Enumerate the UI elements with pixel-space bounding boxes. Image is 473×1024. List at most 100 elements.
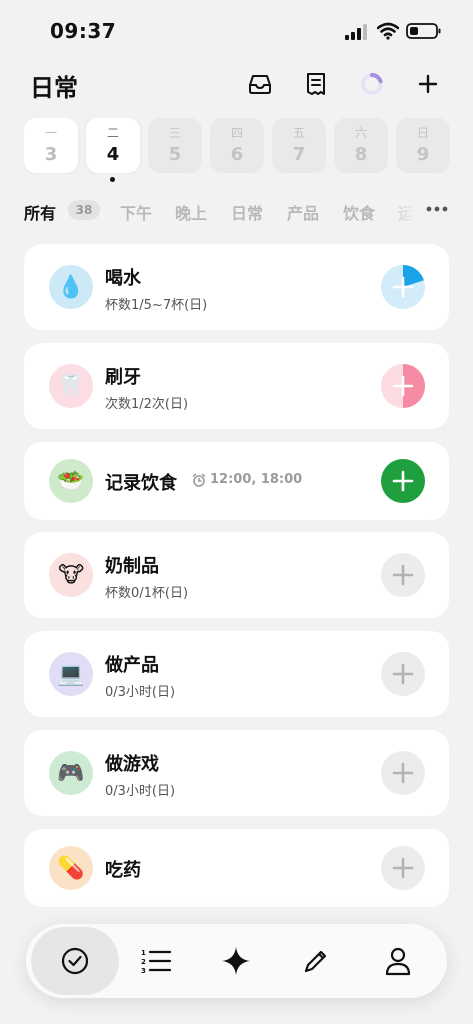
alarm-clock-icon — [192, 473, 206, 487]
task-card-water[interactable]: 💧 喝水 杯数1/5~7杯(日) — [24, 244, 449, 330]
date-day: 4 — [106, 144, 120, 165]
task-progress-button[interactable] — [381, 265, 425, 309]
gamepad-icon: 🎮 — [49, 751, 93, 795]
tab-afternoon[interactable]: 下午 — [120, 200, 152, 224]
date-strip: 一 3 二 4 三 5 四 6 五 7 六 8 日 9 — [24, 118, 473, 174]
task-card-make-game[interactable]: 🎮 做游戏 0/3小时(日) — [24, 730, 449, 816]
svg-text:2: 2 — [141, 958, 146, 966]
tab-all[interactable]: 所有 — [24, 200, 56, 224]
tab-diet[interactable]: 饮食 — [343, 200, 375, 224]
nav-ai[interactable] — [194, 924, 278, 998]
task-card-brush-teeth[interactable]: 🦷 刷牙 次数1/2次(日) — [24, 343, 449, 429]
plus-circle-icon — [381, 364, 425, 408]
date-day: 9 — [416, 144, 430, 165]
notes-button[interactable] — [300, 68, 332, 100]
sparkle-icon — [222, 947, 250, 975]
water-drop-icon: 💧 — [49, 265, 93, 309]
numbered-list-icon: 1 2 3 — [141, 949, 172, 975]
date-weekday: 二 — [106, 126, 119, 140]
nav-edit[interactable] — [274, 924, 358, 998]
date-card[interactable]: 四 6 — [210, 118, 264, 173]
task-add-button[interactable] — [381, 751, 425, 795]
check-circle-icon — [61, 947, 89, 975]
pencil-icon — [304, 950, 327, 973]
tab-evening[interactable]: 晚上 — [175, 200, 207, 224]
date-weekday: 一 — [44, 126, 57, 140]
task-name: 奶制品 — [105, 556, 159, 577]
date-day: 5 — [168, 144, 182, 165]
status-time: 09:37 — [50, 19, 117, 43]
task-name: 记录饮食 — [105, 473, 177, 494]
date-card[interactable]: 三 5 — [148, 118, 202, 173]
task-name: 喝水 — [105, 268, 141, 289]
add-task-button[interactable] — [412, 68, 444, 100]
tooth-icon: 🦷 — [49, 364, 93, 408]
daily-progress-button[interactable] — [356, 68, 388, 100]
nav-tasks[interactable] — [31, 927, 119, 995]
plus-circle-icon — [381, 553, 425, 597]
battery-icon — [406, 23, 441, 39]
plus-circle-icon — [381, 751, 425, 795]
progress-ring-icon — [361, 73, 383, 95]
task-progress-button[interactable] — [381, 364, 425, 408]
tabs-fade — [380, 196, 416, 226]
count-badge: 38 — [68, 200, 100, 220]
page-title: 日常 — [30, 74, 78, 102]
task-card-take-medicine[interactable]: 💊 吃药 — [24, 829, 449, 907]
date-weekday: 四 — [230, 126, 243, 140]
status-bar: 09:37 — [0, 0, 473, 60]
inbox-tray-icon — [249, 75, 271, 94]
salad-icon: 🥗 — [49, 459, 93, 503]
task-subtitle: 杯数1/5~7杯(日) — [105, 298, 208, 313]
task-add-button[interactable] — [381, 846, 425, 890]
plus-circle-icon — [381, 265, 425, 309]
pill-icon: 💊 — [49, 846, 93, 890]
svg-text:1: 1 — [141, 949, 146, 957]
reminder-times: 12:00, 18:00 — [210, 472, 303, 487]
date-card[interactable]: 六 8 — [334, 118, 388, 173]
tab-daily[interactable]: 日常 — [231, 200, 263, 224]
date-weekday: 六 — [354, 126, 367, 140]
selected-date-dot — [110, 177, 115, 182]
task-subtitle: 0/3小时(日) — [105, 784, 176, 799]
wifi-icon — [377, 22, 399, 40]
plus-circle-icon — [381, 652, 425, 696]
filter-tabs: 所有 38 下午 晚上 日常 产品 饮食 运 — [0, 196, 473, 226]
plus-circle-icon — [381, 459, 425, 503]
task-reminder: 12:00, 18:00 — [192, 472, 302, 487]
cow-icon: 🐮 — [49, 553, 93, 597]
tab-product[interactable]: 产品 — [287, 200, 319, 224]
date-card[interactable]: 五 7 — [272, 118, 326, 173]
laptop-icon: 💻 — [49, 652, 93, 696]
date-day: 8 — [354, 144, 368, 165]
cellular-signal-icon — [345, 24, 367, 40]
task-card-dairy[interactable]: 🐮 奶制品 杯数0/1杯(日) — [24, 532, 449, 618]
task-add-button[interactable] — [381, 553, 425, 597]
task-name: 做产品 — [105, 655, 159, 676]
nav-list[interactable]: 1 2 3 — [114, 924, 198, 998]
plus-circle-icon — [381, 846, 425, 890]
more-dots-icon[interactable] — [426, 204, 448, 214]
date-day: 7 — [292, 144, 306, 165]
date-card[interactable]: 一 3 — [24, 118, 78, 173]
task-subtitle: 次数1/2次(日) — [105, 397, 189, 412]
task-card-log-diet[interactable]: 🥗 记录饮食 12:00, 18:00 — [24, 442, 449, 520]
date-day: 3 — [44, 144, 58, 165]
task-name: 刷牙 — [105, 367, 141, 388]
task-subtitle: 杯数0/1杯(日) — [105, 586, 189, 601]
date-weekday: 日 — [416, 126, 429, 140]
document-list-icon — [307, 73, 325, 95]
date-card[interactable]: 日 9 — [396, 118, 450, 173]
svg-text:3: 3 — [141, 967, 146, 975]
bottom-nav: 1 2 3 — [26, 924, 447, 998]
date-card[interactable]: 二 4 — [86, 118, 140, 173]
task-card-make-product[interactable]: 💻 做产品 0/3小时(日) — [24, 631, 449, 717]
nav-profile[interactable] — [356, 924, 440, 998]
task-add-button[interactable] — [381, 459, 425, 503]
plus-icon — [418, 74, 438, 94]
task-add-button[interactable] — [381, 652, 425, 696]
inbox-button[interactable] — [244, 68, 276, 100]
task-subtitle: 0/3小时(日) — [105, 685, 176, 700]
date-weekday: 三 — [168, 126, 181, 140]
date-day: 6 — [230, 144, 244, 165]
